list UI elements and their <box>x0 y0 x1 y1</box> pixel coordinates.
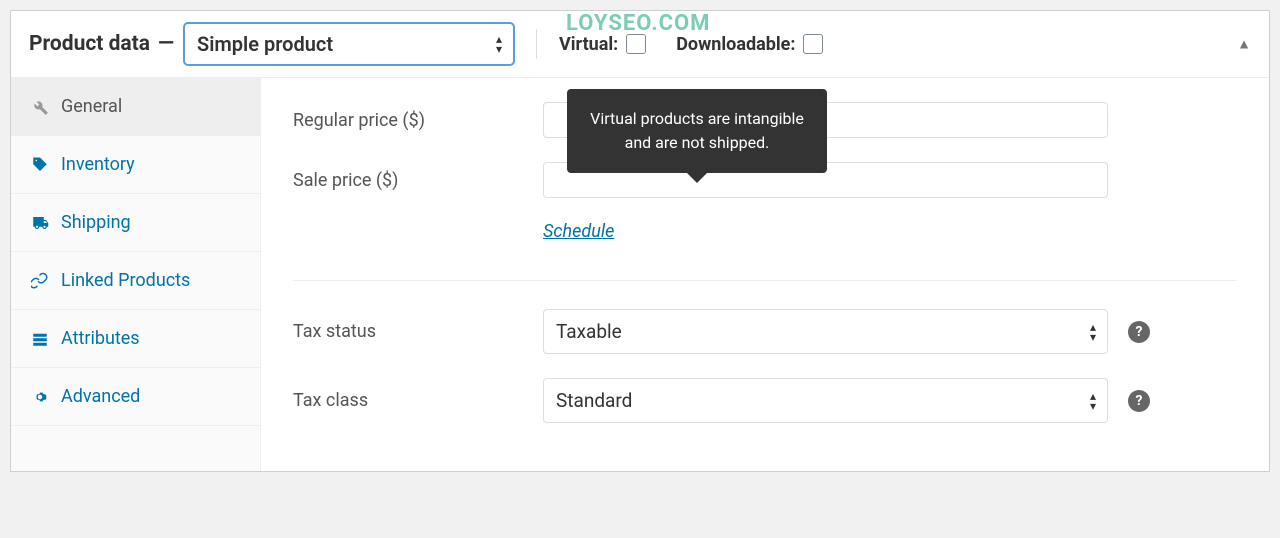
downloadable-checkbox[interactable] <box>803 34 823 54</box>
panel-header: Product data — Simple product Virtual: D… <box>11 11 1269 78</box>
link-icon <box>31 272 49 290</box>
header-divider <box>536 29 537 59</box>
schedule-link[interactable]: Schedule <box>543 221 614 242</box>
downloadable-checkbox-group: Downloadable: <box>676 34 823 55</box>
sidebar-item-label: Shipping <box>61 212 131 233</box>
sidebar-item-general[interactable]: General <box>11 78 260 136</box>
tag-icon <box>31 156 49 174</box>
virtual-tooltip: Virtual products are intangible and are … <box>567 89 827 173</box>
sale-price-label: Sale price ($) <box>293 170 543 191</box>
virtual-checkbox-group: Virtual: <box>559 34 646 55</box>
tax-class-select-wrapper: Standard <box>543 378 1108 423</box>
tax-class-label: Tax class <box>293 390 543 411</box>
content-divider <box>293 280 1237 281</box>
sidebar-item-inventory[interactable]: Inventory <box>11 136 260 194</box>
list-icon <box>31 330 49 348</box>
sidebar-item-label: Attributes <box>61 328 140 349</box>
virtual-checkbox[interactable] <box>626 34 646 54</box>
gear-icon <box>31 388 49 406</box>
tax-status-label: Tax status <box>293 321 543 342</box>
wrench-icon <box>31 98 49 116</box>
help-icon[interactable]: ? <box>1128 390 1150 412</box>
tax-status-select[interactable]: Taxable <box>543 309 1108 354</box>
sidebar-item-label: General <box>61 96 122 117</box>
tax-class-row: Tax class Standard ? <box>293 378 1237 423</box>
help-icon[interactable]: ? <box>1128 321 1150 343</box>
tax-class-select[interactable]: Standard <box>543 378 1108 423</box>
virtual-label: Virtual: <box>559 34 618 55</box>
title-dash: — <box>158 32 174 56</box>
downloadable-label: Downloadable: <box>676 34 795 55</box>
collapse-toggle-icon[interactable]: ▲ <box>1237 36 1251 53</box>
sidebar-item-label: Inventory <box>61 154 135 175</box>
sidebar: General Inventory Shipping Linked Produc… <box>11 78 261 471</box>
regular-price-label: Regular price ($) <box>293 110 543 131</box>
truck-icon <box>31 214 49 232</box>
product-type-wrapper: Simple product <box>174 23 514 65</box>
sidebar-item-label: Linked Products <box>61 270 190 291</box>
product-data-panel: LOYSEO.COM Product data — Simple product… <box>10 10 1270 472</box>
tax-status-row: Tax status Taxable ? <box>293 309 1237 354</box>
sidebar-item-advanced[interactable]: Advanced <box>11 368 260 426</box>
sidebar-item-linked-products[interactable]: Linked Products <box>11 252 260 310</box>
tax-status-select-wrapper: Taxable <box>543 309 1108 354</box>
sidebar-item-attributes[interactable]: Attributes <box>11 310 260 368</box>
sidebar-item-shipping[interactable]: Shipping <box>11 194 260 252</box>
panel-title: Product data <box>29 32 150 56</box>
sidebar-item-label: Advanced <box>61 386 140 407</box>
product-type-select[interactable]: Simple product <box>184 23 514 65</box>
